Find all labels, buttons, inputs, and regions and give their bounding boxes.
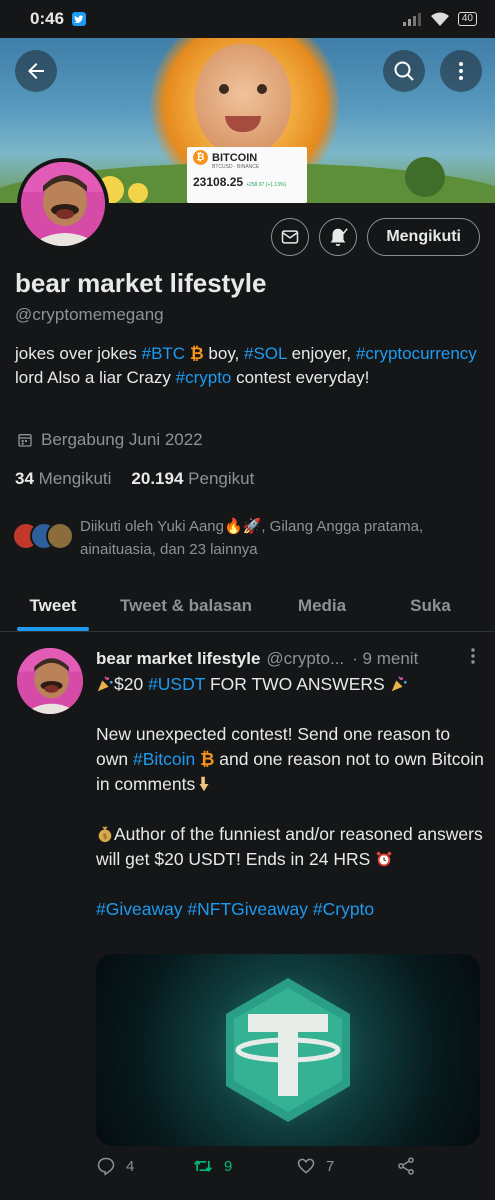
- following-button[interactable]: Mengikuti: [367, 218, 480, 256]
- joined-label: Bergabung Juni 2022: [41, 430, 203, 449]
- followers-link[interactable]: 20.194 Pengikut: [131, 469, 254, 489]
- share-icon: [398, 1157, 414, 1175]
- following-link[interactable]: 34 Mengikuti: [15, 469, 111, 489]
- signal-icon: [402, 13, 421, 26]
- more-vertical-icon: [471, 648, 475, 664]
- status-bar: 0:46 40: [0, 0, 495, 38]
- reply-button[interactable]: 4: [96, 1156, 192, 1176]
- followed-by[interactable]: Diikuti oleh Yuki Aang🔥🚀, Gilang Angga p…: [12, 515, 490, 561]
- retweet-icon: [194, 1160, 212, 1172]
- party-popper-icon: [391, 676, 407, 692]
- followed-by-text: Diikuti oleh Yuki Aang🔥🚀, Gilang Angga p…: [80, 518, 424, 558]
- profile-handle: @cryptomemegang: [15, 305, 164, 324]
- search-button[interactable]: [383, 50, 425, 92]
- banner-baby-face: [195, 44, 291, 156]
- ticker-exchange: BINANCE: [237, 164, 260, 170]
- retweet-count: 9: [224, 1157, 233, 1175]
- retweet-button[interactable]: 9: [192, 1156, 296, 1176]
- bitcoin-symbol-icon: ₿: [189, 344, 204, 363]
- search-icon: [394, 61, 414, 81]
- bell-check-icon: [330, 228, 349, 247]
- party-popper-icon: [97, 676, 113, 692]
- tweet-avatar[interactable]: [17, 648, 83, 714]
- hashtag-link[interactable]: #crypto: [176, 368, 232, 387]
- avatar-image: [21, 162, 105, 246]
- bitcoin-ticker-card: ₿ BITCOIN BTCUSD · BINANCE 23108.25 +258…: [187, 147, 307, 203]
- profile-tabs: Tweet Tweet & balasan Media Suka: [0, 580, 495, 632]
- ticker-price: 23108.25: [193, 175, 244, 189]
- hashtag-link[interactable]: #Bitcoin: [133, 749, 195, 769]
- tab-likes[interactable]: Suka: [378, 580, 483, 631]
- tweet-more-button[interactable]: [465, 647, 481, 670]
- tweet-actions: 4 9 7: [96, 1156, 476, 1176]
- reply-icon: [97, 1157, 115, 1176]
- back-arrow-icon: [28, 63, 44, 79]
- hashtag-link[interactable]: #cryptocurrency: [356, 344, 477, 363]
- tweet-text: $20 #USDT FOR TWO ANSWERS New unexpected…: [96, 674, 484, 919]
- tab-tweet-replies[interactable]: Tweet & balasan: [106, 580, 266, 631]
- share-button[interactable]: [396, 1156, 416, 1176]
- ticker-change: +258.97 (+1.13%): [246, 182, 287, 188]
- hashtag-link[interactable]: #BTC: [142, 344, 185, 363]
- wifi-icon: [430, 12, 449, 26]
- alarm-clock-icon: [376, 851, 392, 867]
- notifications-button[interactable]: [319, 218, 358, 256]
- pointing-down-icon: [199, 776, 209, 792]
- tether-logo-icon: [226, 978, 350, 1122]
- profile-avatar[interactable]: [17, 158, 109, 250]
- svg-text:$: $: [103, 832, 108, 841]
- hashtag-link[interactable]: #USDT: [148, 674, 205, 694]
- tweet-header: bear market lifestyle @crypto... · 9 men…: [96, 647, 481, 670]
- more-vertical-icon: [459, 62, 463, 80]
- joined-date: Bergabung Juni 2022: [17, 430, 203, 450]
- battery-icon: 40: [457, 12, 477, 26]
- tab-tweet[interactable]: Tweet: [0, 580, 106, 631]
- tweet-media-image[interactable]: [96, 954, 480, 1146]
- profile-name: bear market lifestyle: [15, 268, 267, 298]
- heart-icon: [297, 1158, 315, 1174]
- clock-time: 0:46: [30, 9, 65, 28]
- hashtag-link[interactable]: #SOL: [244, 344, 287, 363]
- tweet-author-handle[interactable]: @crypto...: [266, 649, 344, 669]
- ticker-title: BITCOIN: [212, 151, 258, 164]
- avatar: [46, 522, 74, 550]
- twitter-notification-icon: [72, 12, 87, 26]
- more-options-button[interactable]: [440, 50, 482, 92]
- hashtag-links[interactable]: #Giveaway #NFTGiveaway #Crypto: [96, 899, 374, 919]
- profile-bio: jokes over jokes #BTC ₿ boy, #SOL enjoye…: [15, 344, 477, 387]
- reply-count: 4: [126, 1157, 135, 1175]
- tweet-timestamp[interactable]: · 9 menit: [352, 649, 418, 669]
- follow-stats: 34 Mengikuti 20.194 Pengikut: [15, 469, 254, 489]
- like-button[interactable]: 7: [296, 1156, 396, 1176]
- back-button[interactable]: [15, 50, 57, 92]
- bitcoin-symbol-icon: ₿: [200, 749, 215, 769]
- tab-media[interactable]: Media: [266, 580, 378, 631]
- avatar-image: [17, 648, 83, 714]
- message-button[interactable]: [271, 218, 310, 256]
- ticker-pair: BTCUSD: [212, 164, 233, 170]
- bitcoin-icon: ₿: [193, 150, 208, 165]
- mutual-followers-avatars: [12, 522, 74, 558]
- calendar-icon: [18, 434, 32, 447]
- envelope-icon: [282, 230, 299, 244]
- like-count: 7: [326, 1157, 335, 1175]
- tweet-author-name[interactable]: bear market lifestyle: [96, 649, 260, 669]
- money-bag-icon: $: [98, 826, 112, 843]
